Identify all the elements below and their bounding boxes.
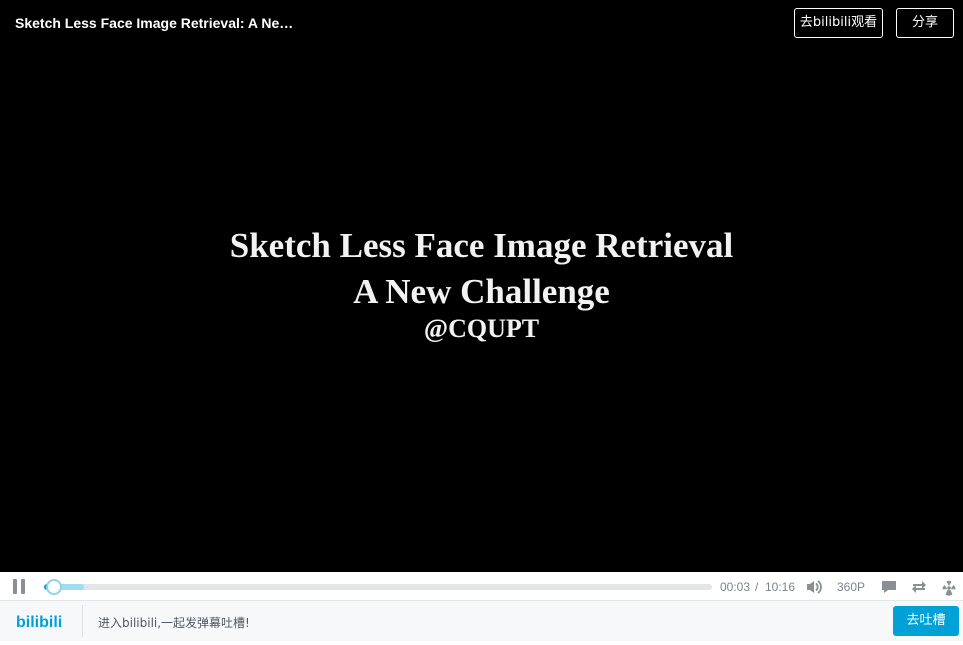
- go-comment-button[interactable]: 去吐槽: [893, 606, 959, 636]
- divider: [82, 605, 83, 637]
- danmaku-icon[interactable]: [880, 578, 898, 596]
- share-button[interactable]: 分享: [896, 8, 954, 38]
- logo-text: bilibili: [16, 614, 62, 631]
- watch-on-bilibili-button[interactable]: 去bilibili观看: [794, 8, 883, 38]
- bilibili-logo[interactable]: bilibili: [16, 610, 66, 632]
- video-title[interactable]: Sketch Less Face Image Retrieval: A Ne…: [15, 15, 293, 31]
- quality-selector[interactable]: 360P: [837, 580, 865, 594]
- bottom-bar: bilibili 进入bilibili,一起发弹幕吐槽! 去吐槽: [0, 601, 963, 641]
- video-player[interactable]: Sketch Less Face Image Retrieval: A Ne… …: [0, 0, 963, 572]
- danmaku-prompt[interactable]: 进入bilibili,一起发弹幕吐槽!: [98, 614, 250, 631]
- volume-icon[interactable]: [805, 578, 823, 596]
- radiation-icon[interactable]: [940, 578, 958, 596]
- frame-title-line: Sketch Less Face Image Retrieval: [229, 226, 734, 265]
- pause-icon[interactable]: [12, 579, 28, 595]
- control-bar: 00:03 / 10:16 360P: [0, 572, 963, 601]
- loop-icon[interactable]: [910, 578, 928, 596]
- progress-knob[interactable]: [46, 579, 63, 595]
- current-time: 00:03: [720, 580, 751, 594]
- frame-credit-line: @CQUPT: [423, 314, 540, 343]
- time-separator: /: [755, 580, 759, 594]
- progress-bar[interactable]: [44, 579, 712, 595]
- page-footer-strip: [0, 641, 963, 645]
- frame-subtitle-line: A New Challenge: [353, 272, 610, 311]
- total-time: 10:16: [765, 580, 796, 594]
